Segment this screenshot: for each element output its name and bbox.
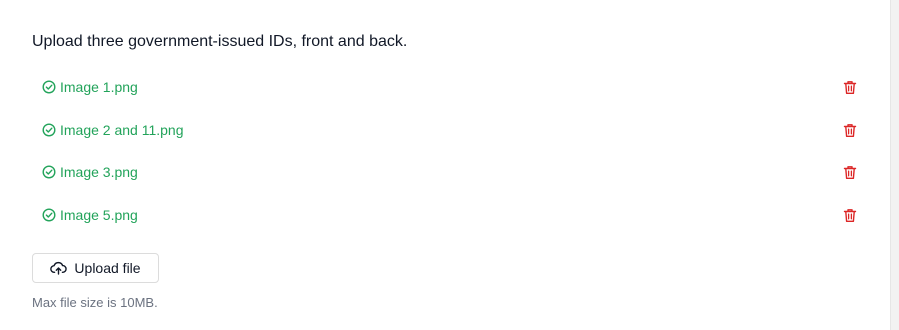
check-circle-icon <box>42 208 56 222</box>
max-file-size-hint: Max file size is 10MB. <box>32 295 158 310</box>
trash-icon[interactable] <box>843 80 857 95</box>
file-list-item: Image 5.png <box>32 200 867 230</box>
trash-icon[interactable] <box>843 123 857 138</box>
file-info: Image 3.png <box>42 163 138 181</box>
check-circle-icon <box>42 123 56 137</box>
upload-file-button[interactable]: Upload file <box>32 253 159 283</box>
file-name: Image 2 and 11.png <box>60 122 184 138</box>
file-info: Image 2 and 11.png <box>42 121 184 139</box>
upload-instructions: Upload three government-issued IDs, fron… <box>32 33 408 50</box>
scrollbar-track[interactable] <box>890 0 899 330</box>
file-name: Image 5.png <box>60 207 138 223</box>
trash-icon[interactable] <box>843 208 857 223</box>
cloud-upload-icon <box>50 261 68 275</box>
upload-card: Upload three government-issued IDs, fron… <box>0 0 890 330</box>
file-name: Image 3.png <box>60 164 138 180</box>
trash-icon[interactable] <box>843 165 857 180</box>
file-name: Image 1.png <box>60 79 138 95</box>
file-list-item: Image 2 and 11.png <box>32 115 867 145</box>
upload-file-label: Upload file <box>74 260 141 276</box>
file-info: Image 5.png <box>42 206 138 224</box>
file-list-item: Image 3.png <box>32 157 867 187</box>
check-circle-icon <box>42 80 56 94</box>
file-list-item: Image 1.png <box>32 72 867 102</box>
file-info: Image 1.png <box>42 78 138 96</box>
check-circle-icon <box>42 165 56 179</box>
